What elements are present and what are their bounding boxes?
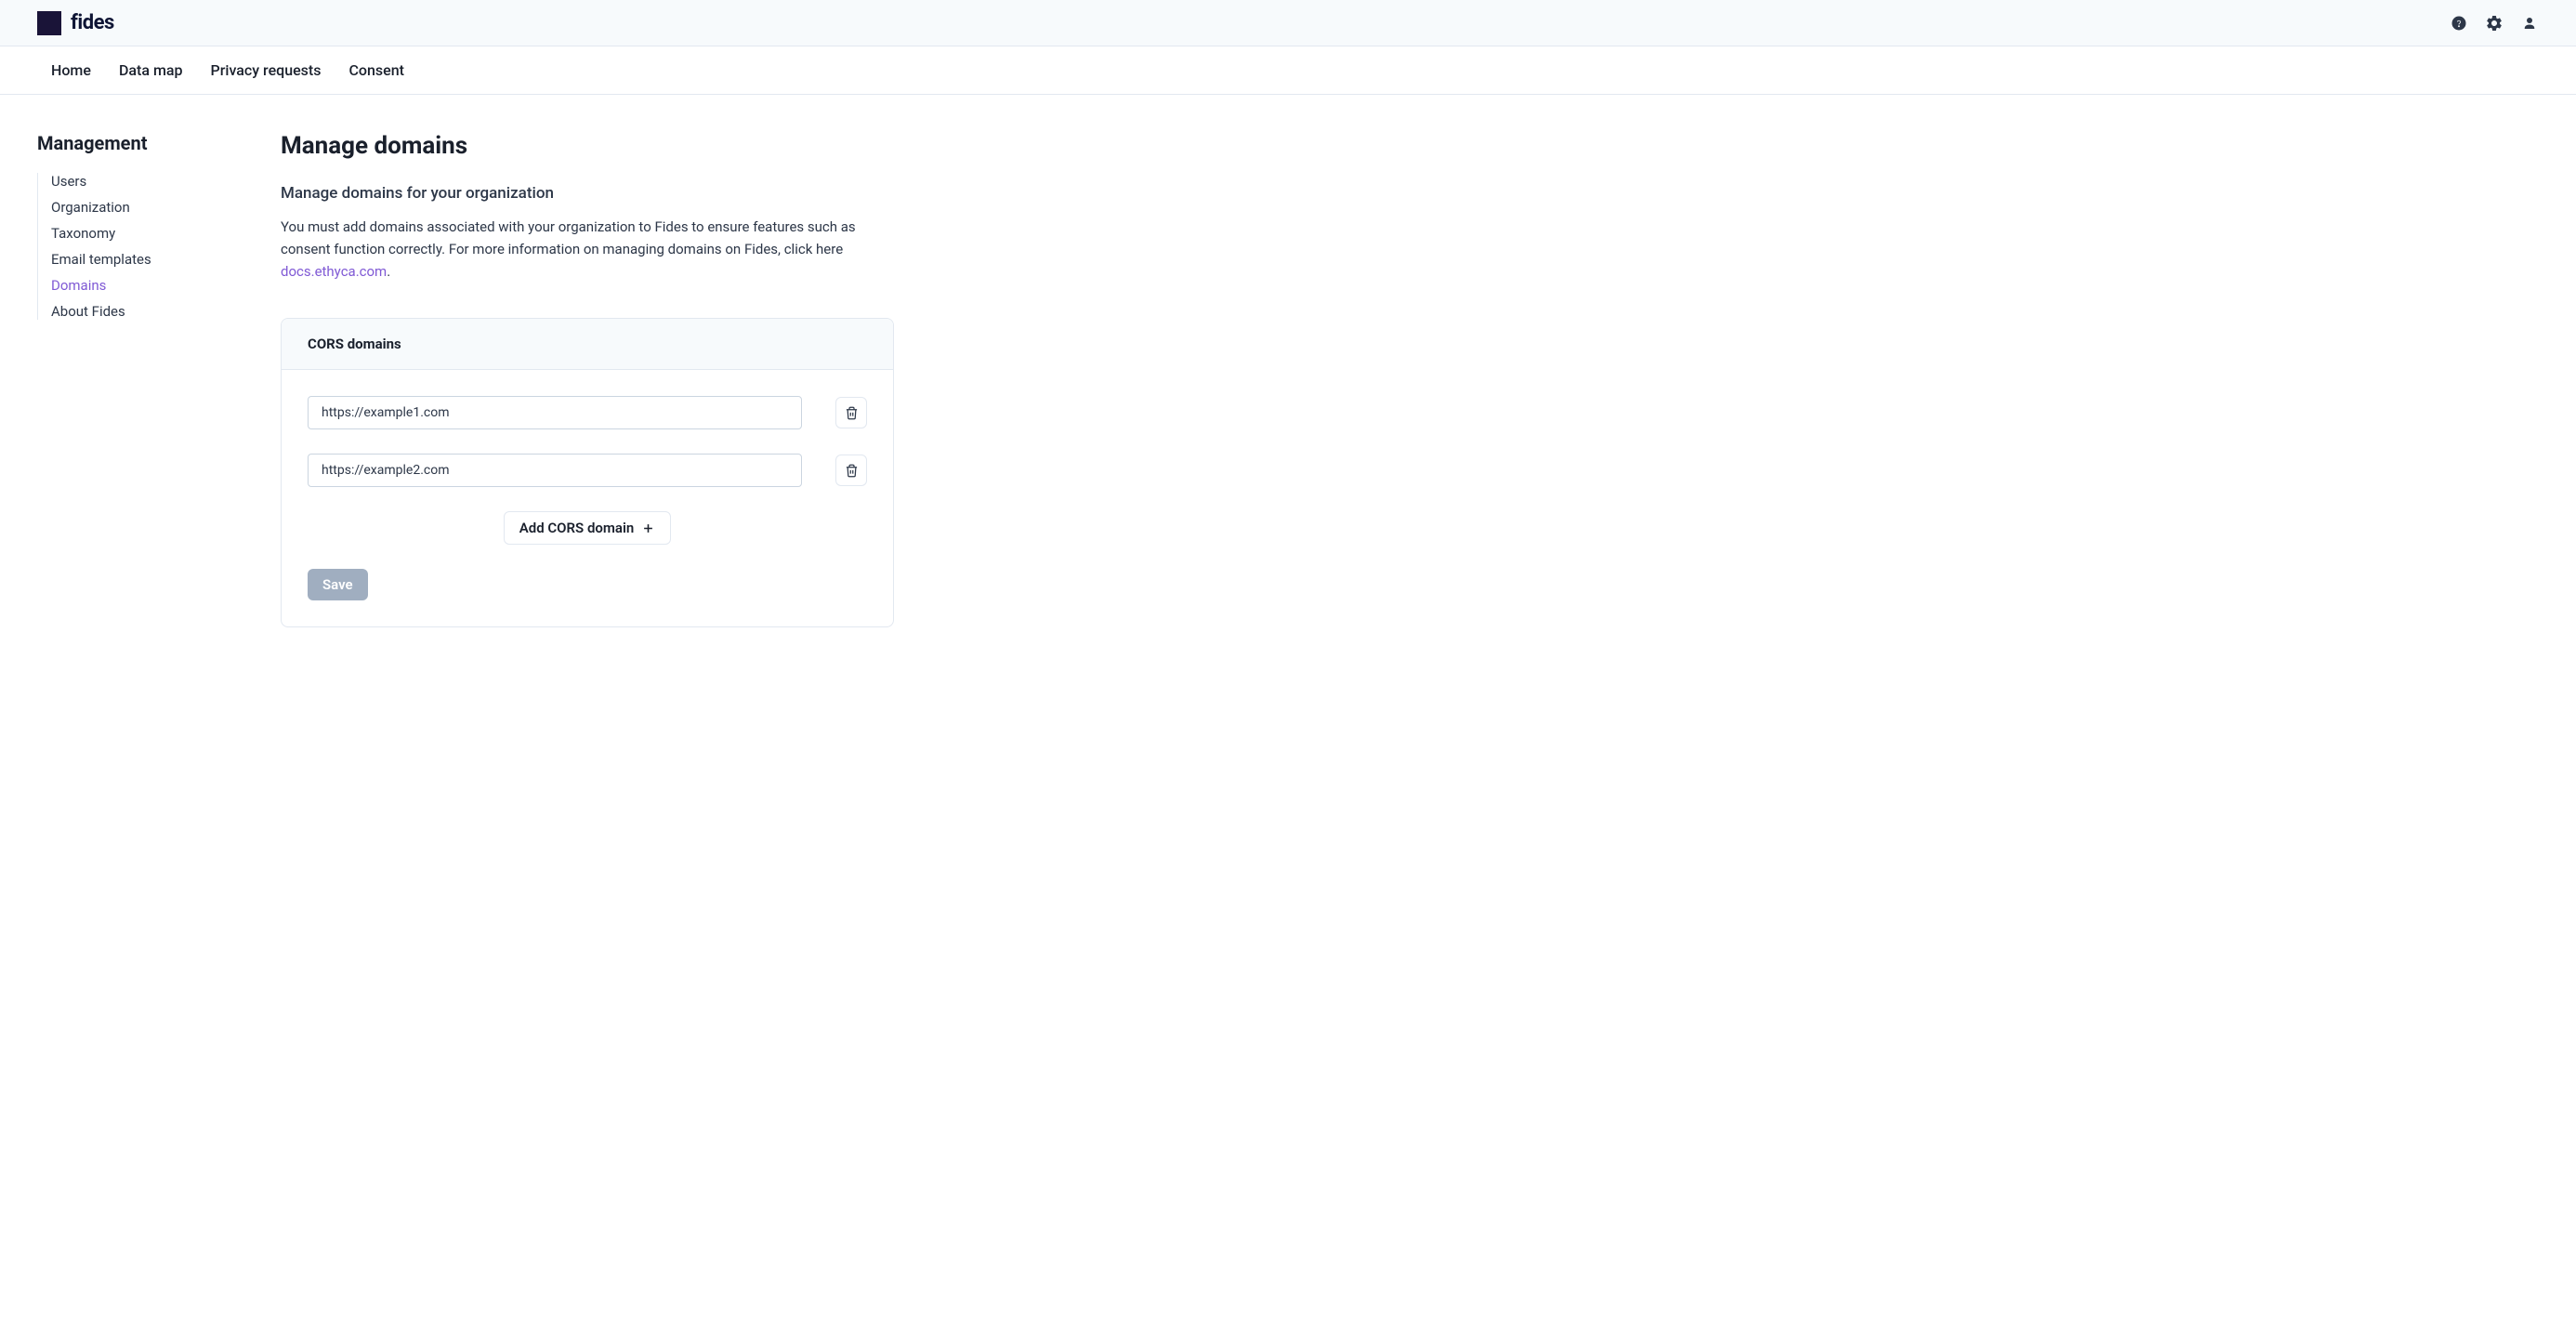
trash-icon [845,464,859,478]
card-header: CORS domains [282,319,893,370]
delete-domain-button[interactable] [835,397,867,428]
docs-link[interactable]: docs.ethyca.com [281,263,387,280]
nav-data-map[interactable]: Data map [119,61,183,79]
logo-icon [37,11,61,35]
user-icon[interactable] [2520,14,2539,33]
header-icons [2450,14,2539,33]
description-text-1: You must add domains associated with you… [281,218,856,257]
brand-name: fides [71,11,114,34]
nav-home[interactable]: Home [51,61,91,79]
domain-input-2[interactable] [308,454,802,487]
sidebar-item-taxonomy[interactable]: Taxonomy [51,225,281,242]
sidebar-item-domains[interactable]: Domains [51,277,281,294]
sidebar-item-organization[interactable]: Organization [51,199,281,216]
plus-icon [641,521,655,535]
add-button-row: Add CORS domain [308,511,867,545]
help-icon[interactable] [2450,14,2468,33]
main-container: Management Users Organization Taxonomy E… [0,95,2576,665]
sidebar-nav: Users Organization Taxonomy Email templa… [37,173,281,320]
domain-row [308,454,867,487]
page-subtitle: Manage domains for your organization [281,184,894,203]
sidebar-title: Management [37,132,281,154]
save-button[interactable]: Save [308,569,368,600]
sidebar-item-about-fides[interactable]: About Fides [51,303,281,320]
gear-icon[interactable] [2485,14,2504,33]
cors-domains-card: CORS domains [281,318,894,627]
nav-privacy-requests[interactable]: Privacy requests [211,61,322,79]
main-nav: Home Data map Privacy requests Consent [0,46,2576,95]
page-description: You must add domains associated with you… [281,216,894,283]
sidebar: Management Users Organization Taxonomy E… [37,132,281,627]
page-title: Manage domains [281,132,894,160]
card-body: Add CORS domain Save [282,370,893,626]
content-area: Manage domains Manage domains for your o… [281,132,894,627]
description-text-2: . [387,263,390,280]
sidebar-item-users[interactable]: Users [51,173,281,190]
domain-input-1[interactable] [308,396,802,429]
add-cors-domain-button[interactable]: Add CORS domain [504,511,672,545]
domain-row [308,396,867,429]
nav-consent[interactable]: Consent [348,61,403,79]
sidebar-item-email-templates[interactable]: Email templates [51,251,281,268]
card-title: CORS domains [308,336,867,352]
brand-logo[interactable]: fides [37,11,114,35]
trash-icon [845,406,859,420]
add-button-label: Add CORS domain [519,520,635,536]
delete-domain-button[interactable] [835,455,867,486]
top-header: fides [0,0,2576,46]
